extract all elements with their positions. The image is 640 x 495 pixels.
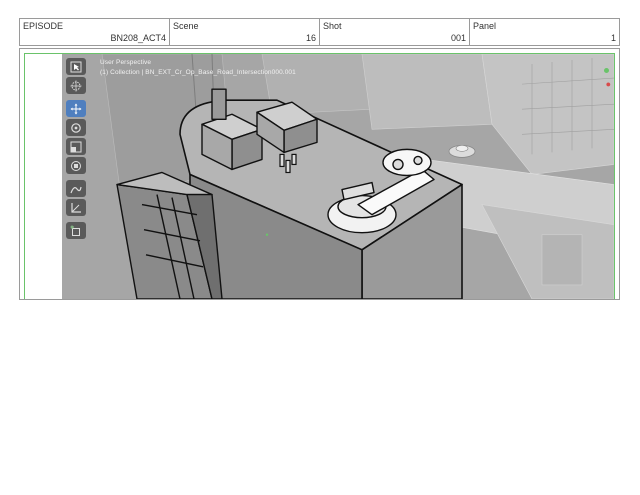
viewport-perspective-label: User Perspective (100, 59, 152, 66)
transform-icon (71, 160, 81, 171)
cursor-icon (70, 80, 82, 91)
transform-tool[interactable] (66, 157, 86, 174)
storyboard-header: EPISODE BN208_ACT4 Scene 16 Shot 001 Pan… (19, 18, 620, 46)
cursor-tool[interactable] (66, 77, 86, 94)
3d-viewport[interactable]: User Perspective (1) Collection | BN_EXT… (62, 54, 614, 299)
shot-label: Shot (323, 21, 342, 31)
select-cursor-icon (70, 61, 82, 72)
navigation-gizmo-x[interactable]: ● (606, 80, 611, 89)
add-cube-tool[interactable] (66, 222, 86, 239)
panel-frame: User Perspective (1) Collection | BN_EXT… (24, 53, 615, 299)
car-shape (448, 144, 476, 158)
viewport-toolbar (66, 58, 90, 241)
rotate-tool[interactable] (66, 119, 86, 136)
annotate-icon (70, 186, 82, 193)
navigation-gizmo-dot[interactable] (604, 68, 609, 73)
episode-cell: EPISODE BN208_ACT4 (20, 19, 170, 45)
panel-cell: Panel 1 (470, 19, 619, 45)
scene-cell: Scene 16 (170, 19, 320, 45)
scale-icon (70, 141, 82, 152)
scene-value: 16 (305, 33, 316, 43)
move-tool[interactable] (66, 100, 86, 117)
rotate-icon (71, 122, 81, 133)
panel-value: 1 (610, 33, 616, 43)
annotate-tool[interactable] (66, 180, 86, 197)
scene-label: Scene (173, 21, 199, 31)
select-tool[interactable] (66, 58, 86, 75)
shot-value: 001 (450, 33, 466, 43)
panel-label: Panel (473, 21, 497, 31)
episode-value: BN208_ACT4 (110, 33, 166, 43)
scale-tool[interactable] (66, 138, 86, 155)
measure-tool[interactable] (66, 199, 86, 216)
scene-drawing (62, 54, 614, 299)
add-cube-icon (70, 225, 80, 236)
move-icon (70, 103, 82, 114)
shot-cell: Shot 001 (320, 19, 470, 45)
viewport-collection-label: (1) Collection | BN_EXT_Cr_Op_Base_Road_… (100, 69, 296, 76)
storyboard-panel: User Perspective (1) Collection | BN_EXT… (19, 48, 620, 300)
episode-label: EPISODE (23, 21, 64, 31)
measure-icon (71, 202, 81, 213)
